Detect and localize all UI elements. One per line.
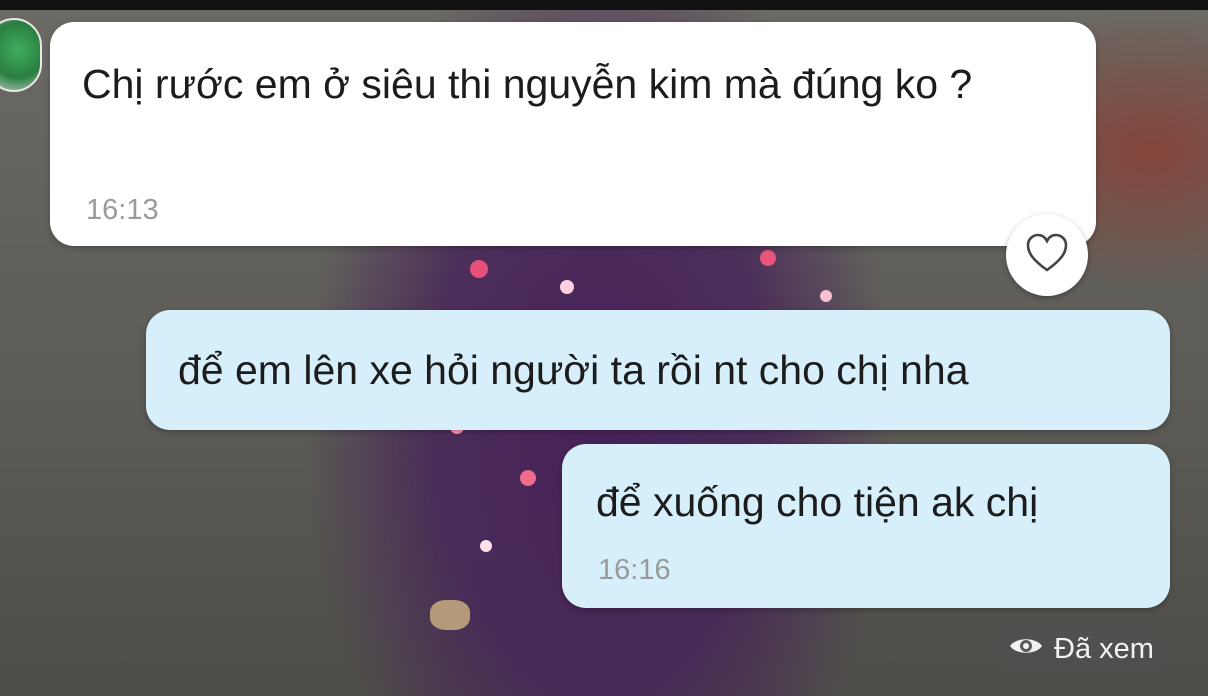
eye-icon <box>1008 633 1044 666</box>
message-text: để xuống cho tiện ak chị <box>596 479 1039 525</box>
message-text: Chị rước em ở siêu thi nguyễn kim mà đún… <box>82 61 973 107</box>
seen-label: Đã xem <box>1054 632 1154 665</box>
message-bubble-received[interactable]: Chị rước em ở siêu thi nguyễn kim mà đún… <box>50 22 1096 246</box>
message-bubble-sent[interactable]: để em lên xe hỏi người ta rồi nt cho chị… <box>146 310 1170 430</box>
message-bubble-sent[interactable]: để xuống cho tiện ak chị 16:16 <box>562 444 1170 608</box>
status-bar <box>0 0 1208 10</box>
reaction-button[interactable] <box>1006 214 1088 296</box>
message-time: 16:13 <box>86 194 159 226</box>
message-time: 16:16 <box>598 554 671 586</box>
avatar[interactable] <box>0 18 42 92</box>
seen-status-badge: Đã xem <box>992 624 1170 674</box>
heart-icon <box>1025 233 1069 278</box>
message-text: để em lên xe hỏi người ta rồi nt cho chị… <box>178 347 969 393</box>
